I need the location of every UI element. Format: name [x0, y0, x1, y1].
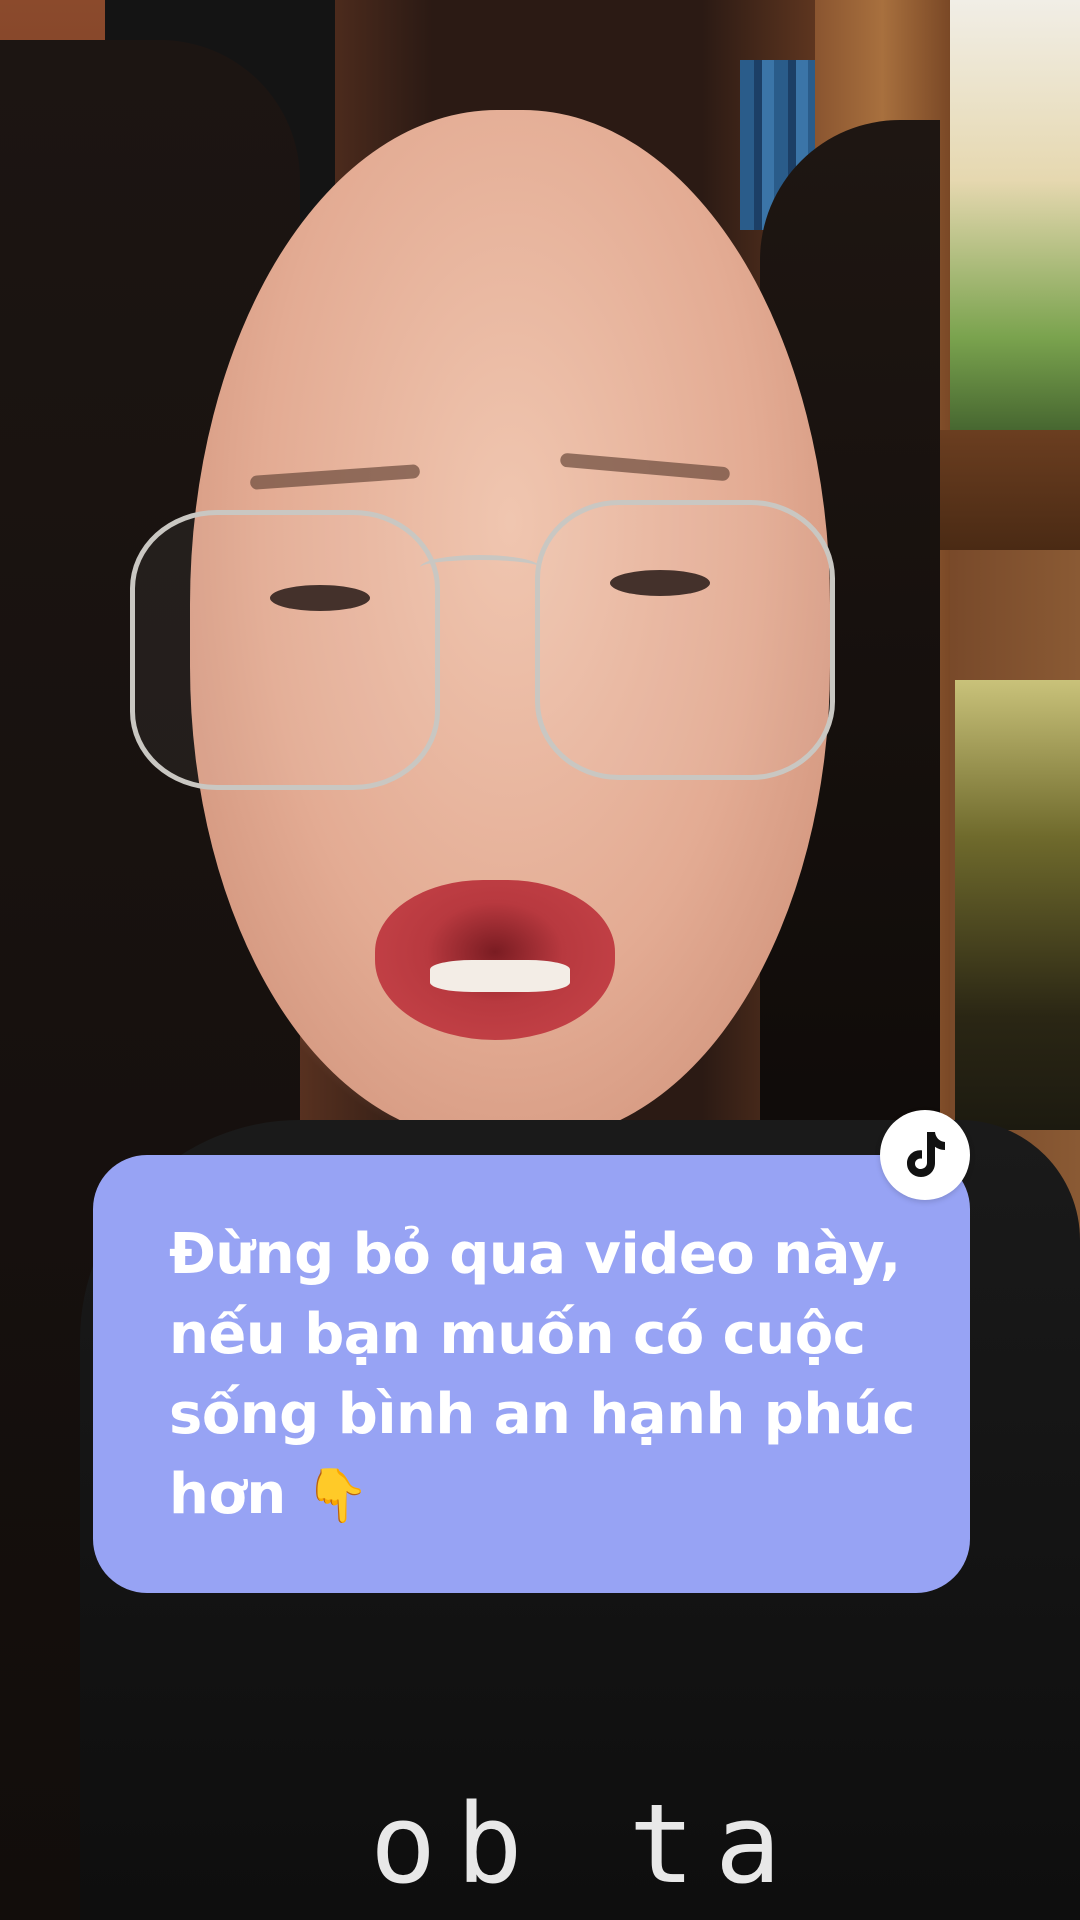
caption-line-1: Đừng bỏ qua video này, [169, 1222, 901, 1287]
caption-line-4-text: hơn [169, 1462, 286, 1527]
video-frame: ob ta Đừng bỏ qua video này, nếu bạn muố… [0, 0, 1080, 1920]
caption-card: Đừng bỏ qua video này, nếu bạn muốn có c… [93, 1155, 970, 1593]
caption-line-3: sống bình an hạnh phúc [169, 1382, 915, 1447]
teeth [430, 960, 570, 992]
book-cover-top [950, 0, 1080, 450]
caption-line-2: nếu bạn muốn có cuộc [169, 1302, 866, 1367]
book-cover-bottom [955, 680, 1080, 1130]
glasses-left-lens [130, 510, 440, 790]
glasses-bridge [420, 555, 540, 580]
tiktok-badge[interactable] [880, 1110, 970, 1200]
caption-line-4: hơn 👇 [169, 1455, 910, 1536]
shirt-print: ob ta [370, 1780, 802, 1908]
glasses-right-lens [535, 500, 835, 780]
tiktok-logo-icon [907, 1132, 945, 1177]
pointing-down-emoji: 👇 [304, 1466, 370, 1526]
caption-text: Đừng bỏ qua video này, nếu bạn muốn có c… [169, 1215, 915, 1536]
